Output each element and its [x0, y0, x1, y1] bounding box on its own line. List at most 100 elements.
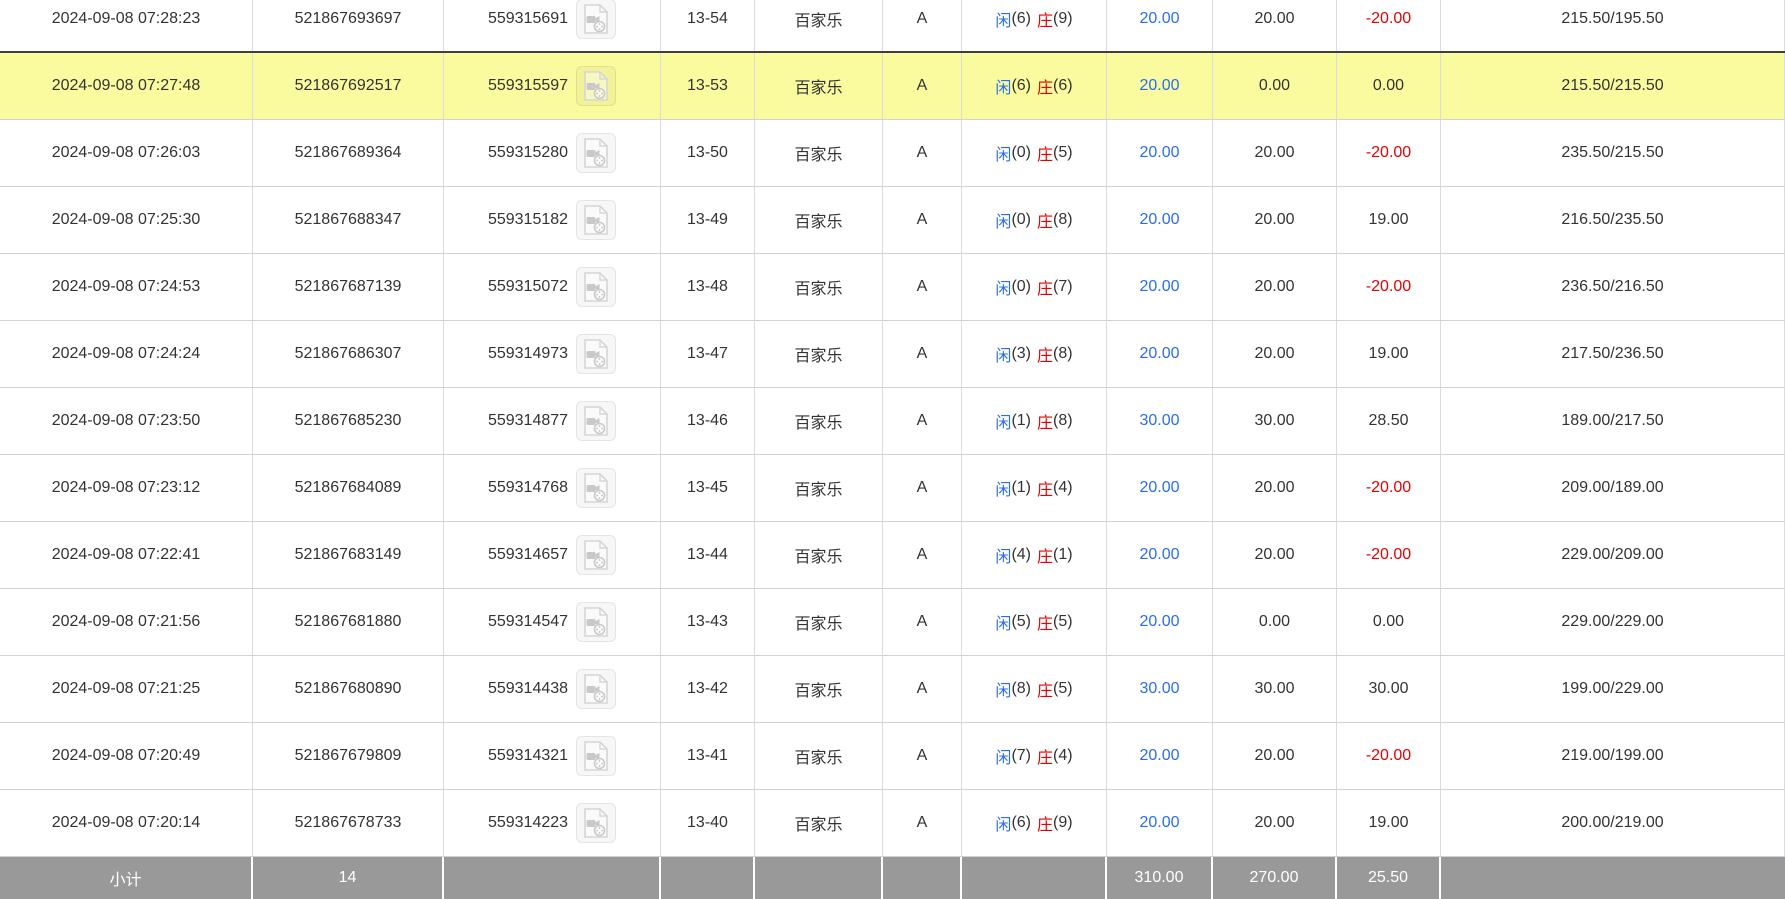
game-result-cell: 闲(1) 庄(8): [962, 388, 1107, 454]
table-row[interactable]: 2024-09-08 07:23:50 521867685230 5593148…: [0, 388, 1785, 455]
bet-time: 2024-09-08 07:20:14: [52, 814, 201, 832]
table-letter: A: [917, 345, 928, 363]
table-row[interactable]: 2024-09-08 07:26:03 521867689364 5593152…: [0, 120, 1785, 187]
banker-score: (5): [1053, 680, 1073, 698]
valid-amount-cell: 0.00: [1213, 589, 1337, 655]
video-replay-button[interactable]: [576, 133, 616, 173]
bet-time-cell: 2024-09-08 07:20:49: [0, 723, 253, 789]
table-row[interactable]: 2024-09-08 07:27:48 521867692517 5593155…: [0, 53, 1785, 120]
player-score: (6): [1011, 10, 1031, 28]
video-replay-button[interactable]: [576, 669, 616, 709]
video-replay-button[interactable]: [576, 602, 616, 642]
subtotal-bet-text: 310.00: [1135, 869, 1184, 887]
bet-time: 2024-09-08 07:20:49: [52, 747, 201, 765]
round-id: 559315072: [488, 278, 568, 296]
bet-id-cell: 521867693697: [253, 0, 444, 51]
bet-amount-cell: 20.00: [1107, 790, 1213, 856]
video-replay-button[interactable]: [576, 736, 616, 776]
bet-amount-cell: 20.00: [1107, 589, 1213, 655]
valid-amount-cell: 20.00: [1213, 522, 1337, 588]
banker-label: 庄: [1037, 7, 1053, 31]
valid-amount: 20.00: [1254, 747, 1294, 765]
bet-id-cell: 521867680890: [253, 656, 444, 722]
bet-id: 521867689364: [295, 144, 402, 162]
round-number: 13-48: [687, 278, 728, 296]
banker-label: 庄: [1037, 744, 1053, 768]
video-replay-button[interactable]: [576, 803, 616, 843]
bet-id: 521867683149: [295, 546, 402, 564]
table-letter-cell: A: [883, 120, 962, 186]
video-replay-button[interactable]: [576, 267, 616, 307]
game-type-cell: 百家乐: [755, 790, 883, 856]
win-loss-cell: -20.00: [1337, 522, 1441, 588]
round-number: 13-40: [687, 814, 728, 832]
bet-id: 521867688347: [295, 211, 402, 229]
video-replay-button[interactable]: [576, 66, 616, 106]
win-loss: 28.50: [1368, 412, 1408, 430]
round-number-cell: 13-42: [661, 656, 755, 722]
table-row[interactable]: 2024-09-08 07:24:24 521867686307 5593149…: [0, 321, 1785, 388]
win-loss-cell: 0.00: [1337, 589, 1441, 655]
game-type-cell: 百家乐: [755, 723, 883, 789]
video-replay-button[interactable]: [576, 334, 616, 374]
video-replay-button[interactable]: [576, 200, 616, 240]
video-replay-button[interactable]: [576, 535, 616, 575]
bet-time-cell: 2024-09-08 07:25:30: [0, 187, 253, 253]
bet-time: 2024-09-08 07:21:25: [52, 680, 201, 698]
banker-label: 庄: [1037, 275, 1053, 299]
subtotal-valid-text: 270.00: [1250, 869, 1299, 887]
player-label: 闲: [995, 208, 1011, 232]
player-score: (3): [1011, 345, 1031, 363]
bet-time: 2024-09-08 07:23:50: [52, 412, 201, 430]
table-row[interactable]: 2024-09-08 07:20:14 521867678733 5593142…: [0, 790, 1785, 857]
valid-amount: 20.00: [1254, 10, 1294, 28]
balance-cell: 229.00/229.00: [1441, 589, 1785, 655]
banker-score: (7): [1053, 278, 1073, 296]
subtotal-spacer: [1441, 857, 1785, 899]
player-label: 闲: [995, 409, 1011, 433]
game-type: 百家乐: [794, 208, 842, 232]
table-row[interactable]: 2024-09-08 07:25:30 521867688347 5593151…: [0, 187, 1785, 254]
round-id: 559314438: [488, 680, 568, 698]
bet-time: 2024-09-08 07:24:53: [52, 278, 201, 296]
valid-amount: 0.00: [1259, 77, 1290, 95]
game-type-cell: 百家乐: [755, 120, 883, 186]
table-row[interactable]: 2024-09-08 07:22:41 521867683149 5593146…: [0, 522, 1785, 589]
valid-amount: 20.00: [1254, 546, 1294, 564]
round-id-cell: 559315182: [444, 187, 661, 253]
game-type: 百家乐: [794, 610, 842, 634]
win-loss-cell: -20.00: [1337, 0, 1441, 51]
table-row[interactable]: 2024-09-08 07:21:56 521867681880 5593145…: [0, 589, 1785, 656]
game-type-cell: 百家乐: [755, 321, 883, 387]
table-letter-cell: A: [883, 656, 962, 722]
video-replay-button[interactable]: [576, 468, 616, 508]
player-score: (6): [1011, 77, 1031, 95]
player-score: (0): [1011, 144, 1031, 162]
table-row[interactable]: 2024-09-08 07:28:23 521867693697 5593156…: [0, 0, 1785, 53]
win-loss: -20.00: [1366, 10, 1411, 28]
game-type-cell: 百家乐: [755, 254, 883, 320]
video-replay-button[interactable]: [576, 0, 616, 39]
player-label: 闲: [995, 610, 1011, 634]
table-row[interactable]: 2024-09-08 07:20:49 521867679809 5593143…: [0, 723, 1785, 790]
banker-label: 庄: [1037, 543, 1053, 567]
banker-label: 庄: [1037, 610, 1053, 634]
table-row[interactable]: 2024-09-08 07:23:12 521867684089 5593147…: [0, 455, 1785, 522]
win-loss-cell: -20.00: [1337, 254, 1441, 320]
table-letter: A: [917, 211, 928, 229]
bet-amount: 20.00: [1139, 747, 1179, 765]
game-result-cell: 闲(0) 庄(8): [962, 187, 1107, 253]
win-loss-cell: -20.00: [1337, 120, 1441, 186]
valid-amount-cell: 20.00: [1213, 321, 1337, 387]
table-row[interactable]: 2024-09-08 07:21:25 521867680890 5593144…: [0, 656, 1785, 723]
video-film-icon: [583, 272, 609, 302]
table-letter-cell: A: [883, 187, 962, 253]
table-row[interactable]: 2024-09-08 07:24:53 521867687139 5593150…: [0, 254, 1785, 321]
bet-id: 521867679809: [295, 747, 402, 765]
bet-id: 521867693697: [295, 10, 402, 28]
game-type-cell: 百家乐: [755, 522, 883, 588]
bet-amount-cell: 20.00: [1107, 321, 1213, 387]
win-loss-cell: -20.00: [1337, 455, 1441, 521]
game-type: 百家乐: [794, 811, 842, 835]
video-replay-button[interactable]: [576, 401, 616, 441]
